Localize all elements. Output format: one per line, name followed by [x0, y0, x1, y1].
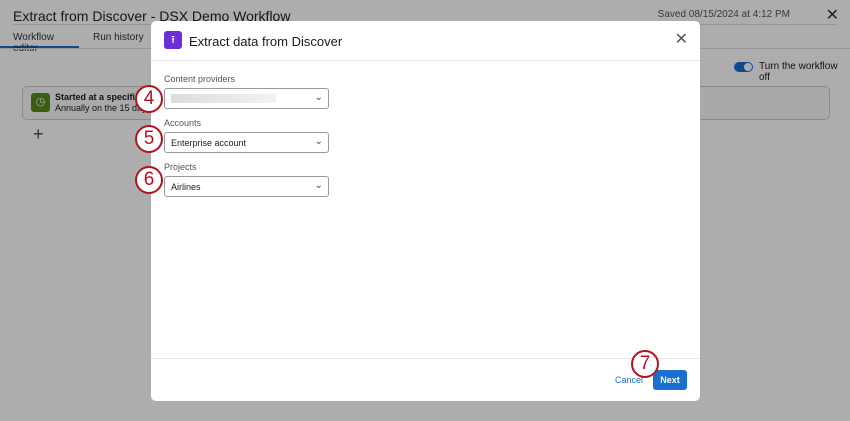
divider	[151, 358, 700, 359]
step-badge: 5	[135, 125, 163, 153]
chevron-down-icon: ⌄	[314, 136, 323, 147]
step-badge: 6	[135, 166, 163, 194]
accounts-select[interactable]: Enterprise account ⌄	[164, 132, 329, 153]
content-providers-select[interactable]: ⌄	[164, 88, 329, 109]
close-icon[interactable]: ✕	[675, 29, 688, 49]
divider	[151, 60, 700, 61]
next-button[interactable]: Next	[653, 370, 687, 390]
content-providers-label: Content providers	[164, 74, 236, 84]
modal-title: Extract data from Discover	[189, 34, 343, 49]
projects-label: Projects	[164, 162, 197, 172]
projects-select[interactable]: Airlines ⌄	[164, 176, 329, 197]
chevron-down-icon: ⌄	[314, 92, 323, 103]
step-badge: 7	[631, 350, 659, 378]
projects-value: Airlines	[171, 182, 201, 192]
upload-icon: ⭱	[164, 31, 182, 49]
step-badge: 4	[135, 85, 163, 113]
accounts-label: Accounts	[164, 118, 202, 128]
chevron-down-icon: ⌄	[314, 180, 323, 191]
redacted-value	[171, 94, 276, 103]
accounts-value: Enterprise account	[171, 138, 247, 148]
extract-modal: ⭱ Extract data from Discover ✕ Content p…	[151, 21, 700, 401]
